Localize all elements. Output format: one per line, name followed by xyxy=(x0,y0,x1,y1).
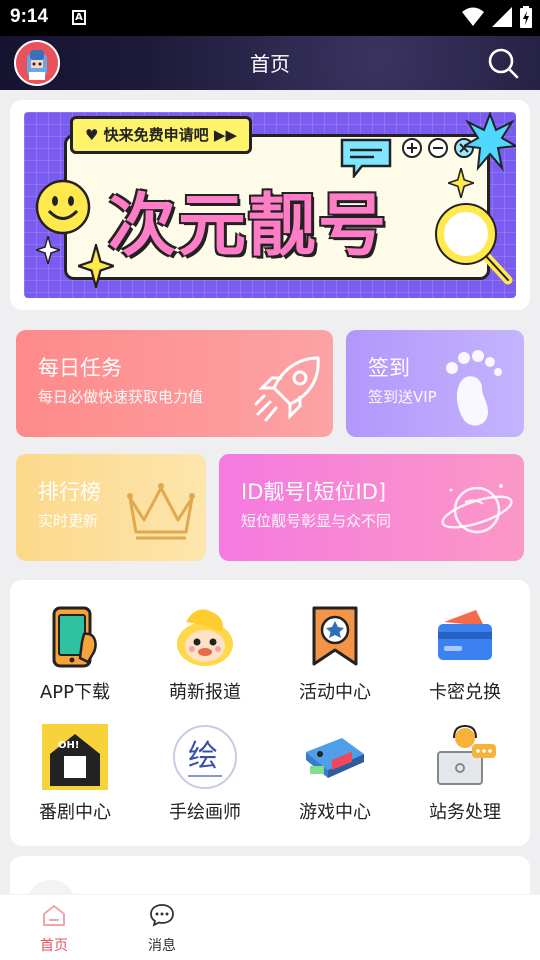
grid-item-label: 萌新报道 xyxy=(169,682,241,703)
card-subtitle: 实时更新 xyxy=(38,512,99,530)
search-icon[interactable] xyxy=(486,46,520,80)
grid-item-label: 站务处理 xyxy=(429,802,501,823)
shortcut-grid: APP下载 萌新报道 活动中心 卡密兑换 OH! 番剧中心 绘 手绘画师 游戏中… xyxy=(10,580,530,846)
system-icons xyxy=(462,6,532,28)
card-subtitle: 签到送VIP xyxy=(368,388,437,406)
grid-item-app-download[interactable]: APP下载 xyxy=(10,604,140,724)
banner-headline: 次元靓号 xyxy=(108,187,389,266)
rocket-icon xyxy=(254,356,320,422)
grid-item-anime-center[interactable]: OH! 番剧中心 xyxy=(10,724,140,844)
sparkle-icon xyxy=(448,168,474,198)
support-desk-icon xyxy=(437,724,496,785)
starburst-icon xyxy=(464,112,516,172)
card-subtitle: 短位靓号彰显与众不同 xyxy=(241,512,392,530)
card-icon xyxy=(438,610,492,660)
grid-item-label: 游戏中心 xyxy=(299,802,371,823)
sparkle-icon xyxy=(36,236,60,264)
card-title: 排行榜 xyxy=(38,480,101,504)
smiley-icon xyxy=(35,179,91,235)
grid-item-label: 卡密兑换 xyxy=(429,682,501,703)
grid-item-game-center[interactable]: 游戏中心 xyxy=(270,724,400,844)
notification-a-icon: A xyxy=(72,10,86,25)
heart-icon: ♥ xyxy=(85,126,104,144)
planet-icon xyxy=(441,484,513,534)
grid-item-card-redeem[interactable]: 卡密兑换 xyxy=(400,604,530,724)
game-console-icon xyxy=(306,738,364,778)
tab-messages[interactable]: 消息 xyxy=(132,903,192,955)
wifi-icon xyxy=(462,7,484,26)
grid-item-site-affairs[interactable]: 站务处理 xyxy=(400,724,530,844)
crown-icon xyxy=(127,483,195,540)
badge-star-icon xyxy=(312,606,358,666)
banner-card: ♥ 快来免费申请吧 ▶▶ 次元靓号 xyxy=(10,100,530,310)
card-title: 每日任务 xyxy=(38,356,122,380)
chat-icon xyxy=(150,904,174,927)
card-subtitle: 每日必做快速获取电力值 xyxy=(38,388,204,406)
duck-mascot-icon xyxy=(177,609,233,666)
phone-icon xyxy=(52,606,97,668)
card-daily-task[interactable]: 每日任务 每日必做快速获取电力值 xyxy=(16,330,333,437)
grid-item-label: APP下载 xyxy=(39,682,111,703)
grid-item-activity-center[interactable]: 活动中心 xyxy=(270,604,400,724)
magnifier-icon xyxy=(435,203,513,285)
grid-item-newcomer-report[interactable]: 萌新报道 xyxy=(140,604,270,724)
banner-tag-text: 快来免费申请吧 xyxy=(103,126,209,144)
paint-seal-icon: 绘 xyxy=(173,725,237,789)
bottom-tab-bar: 首页 消息 xyxy=(0,894,540,960)
svg-text:OH!: OH! xyxy=(58,740,79,751)
card-leaderboard[interactable]: 排行榜 实时更新 xyxy=(16,454,206,561)
card-title: ID靓号[短位ID] xyxy=(241,480,387,504)
status-time: 9:14 xyxy=(10,6,49,27)
tab-label: 首页 xyxy=(40,938,68,954)
grid-item-label: 活动中心 xyxy=(299,682,371,703)
card-sign-in[interactable]: 签到 签到送VIP xyxy=(346,330,524,437)
grid-item-label: 番剧中心 xyxy=(39,802,111,823)
house-oh-icon: OH! xyxy=(42,724,108,790)
grid-item-illustrator[interactable]: 绘 手绘画师 xyxy=(140,724,270,844)
banner-tag: ♥ 快来免费申请吧 ▶▶ xyxy=(70,116,252,154)
seal-glyph: 绘 xyxy=(188,739,218,774)
fast-forward-icon: ▶▶ xyxy=(208,126,237,144)
app-header: 首页 xyxy=(0,36,540,90)
home-icon xyxy=(43,905,65,926)
card-short-id[interactable]: ID靓号[短位ID] 短位靓号彰显与众不同 xyxy=(219,454,524,561)
grid-item-label: 手绘画师 xyxy=(169,802,241,823)
page-title: 首页 xyxy=(250,52,290,76)
card-title: 签到 xyxy=(368,356,410,380)
signal-icon xyxy=(492,7,512,27)
tab-home[interactable]: 首页 xyxy=(24,903,84,955)
battery-icon xyxy=(520,6,532,28)
footprint-icon xyxy=(446,350,502,426)
promo-banner[interactable]: ♥ 快来免费申请吧 ▶▶ 次元靓号 xyxy=(24,112,516,298)
tab-label: 消息 xyxy=(148,938,176,954)
status-bar: 9:14 A xyxy=(0,0,540,36)
